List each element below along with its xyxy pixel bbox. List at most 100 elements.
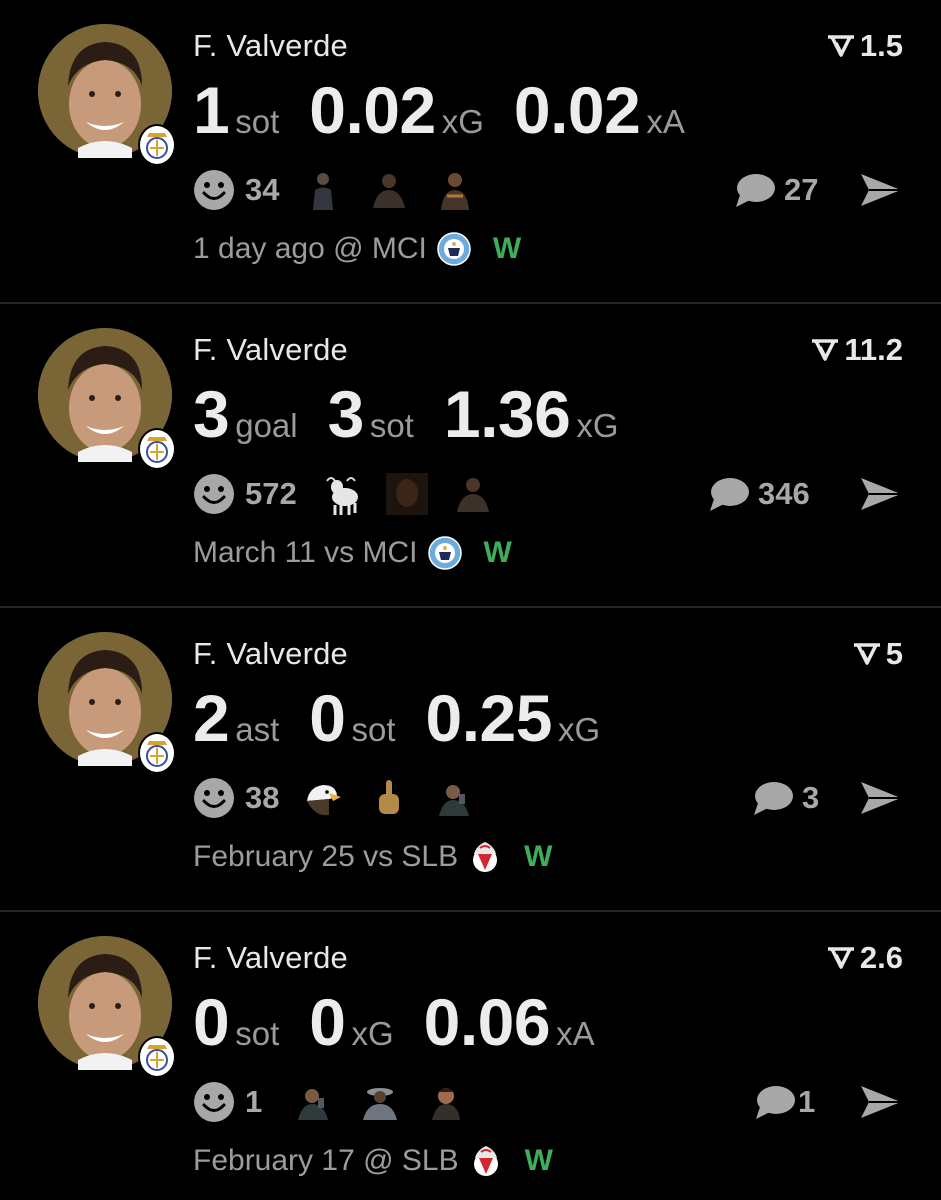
reaction-thumbnail xyxy=(385,472,429,516)
stat-value: 0.06 xyxy=(423,985,551,1059)
reaction-count[interactable]: 572 xyxy=(245,476,297,512)
reaction-thumbnail xyxy=(367,168,411,212)
stat-value: 3 xyxy=(193,377,230,451)
stat-unit: xG xyxy=(576,407,619,444)
reactions-row: 38 xyxy=(193,776,499,820)
stat-value: 1.36 xyxy=(443,377,571,451)
rating-value: 2.6 xyxy=(859,940,903,975)
stat-unit: sot xyxy=(235,103,280,140)
stat-line: 2 ast 0 sot 0.25 xG xyxy=(193,680,630,756)
share-send-icon[interactable] xyxy=(859,780,903,816)
smiley-reaction-icon[interactable] xyxy=(193,473,235,515)
smiley-reaction-icon[interactable] xyxy=(193,169,235,211)
stat: 0.06 xA xyxy=(424,984,595,1060)
rating: 11.2 xyxy=(810,332,903,368)
rating-icon xyxy=(827,947,854,969)
reaction-thumbnail xyxy=(451,472,495,516)
rating-value: 1.5 xyxy=(859,28,903,63)
comments-button[interactable]: 27 xyxy=(734,168,818,212)
stat-value: 3 xyxy=(327,377,365,451)
match-info[interactable]: 1 day ago @ MCI W xyxy=(193,232,521,266)
match-result-badge: W xyxy=(483,536,512,569)
stat: 1.36 xG xyxy=(444,376,619,452)
reaction-thumbnail xyxy=(292,1080,336,1124)
stat-line: 1 sot 0.02 xG 0.02 xA xyxy=(193,72,715,148)
stat-line: 3 goal 3 sot 1.36 xG xyxy=(193,376,649,452)
match-info[interactable]: February 25 vs SLB W xyxy=(193,840,552,874)
comment-count: 1 xyxy=(798,1084,816,1119)
match-text: February 25 vs SLB xyxy=(193,840,459,873)
player-avatar[interactable] xyxy=(38,632,176,774)
stat-unit: xG xyxy=(351,1015,394,1052)
stat-unit: goal xyxy=(235,407,298,444)
match-info[interactable]: February 17 @ SLB W xyxy=(193,1144,553,1178)
stat-value: 1 xyxy=(193,73,230,147)
real-madrid-crest-icon xyxy=(138,124,176,166)
comments-button[interactable]: 1 xyxy=(754,1080,815,1124)
post-feed: F. Valverde 1.5 1 sot 0.02 xG 0.02 xA 34… xyxy=(0,0,941,1200)
reaction-count[interactable]: 34 xyxy=(245,172,279,208)
comments-button[interactable]: 346 xyxy=(708,472,810,516)
stat: 3 goal xyxy=(193,376,298,452)
reaction-thumbnail xyxy=(433,168,477,212)
reaction-thumbnail xyxy=(358,1080,402,1124)
stat: 0.25 xG xyxy=(426,680,601,756)
smiley-reaction-icon[interactable] xyxy=(193,1081,235,1123)
player-name[interactable]: F. Valverde xyxy=(193,940,348,976)
share-send-icon[interactable] xyxy=(859,172,903,208)
benfica-logo-icon xyxy=(473,842,498,872)
rating-value: 5 xyxy=(885,636,903,671)
share-send-icon[interactable] xyxy=(859,1084,903,1120)
comment-count: 3 xyxy=(802,780,820,815)
comments-button[interactable]: 3 xyxy=(752,776,819,820)
stat: 3 sot xyxy=(328,376,414,452)
stat-unit: xG xyxy=(557,711,601,748)
post-card[interactable]: F. Valverde 2.6 0 sot 0 xG 0.06 xA 1 1 F… xyxy=(0,912,941,1200)
hand-gesture-thumbnail xyxy=(367,776,411,820)
post-card[interactable]: F. Valverde 11.2 3 goal 3 sot 1.36 xG 57… xyxy=(0,304,941,608)
rating: 1.5 xyxy=(826,28,903,64)
real-madrid-crest-icon xyxy=(138,732,176,774)
rating-icon xyxy=(827,35,854,57)
rating-icon xyxy=(812,339,839,361)
player-name[interactable]: F. Valverde xyxy=(193,636,348,672)
reaction-count[interactable]: 1 xyxy=(245,1084,262,1120)
match-info[interactable]: March 11 vs MCI W xyxy=(193,536,512,570)
stat-line: 0 sot 0 xG 0.06 xA xyxy=(193,984,625,1060)
share-send-icon[interactable] xyxy=(859,476,903,512)
match-text: March 11 vs MCI xyxy=(193,536,418,569)
match-result-badge: W xyxy=(524,840,553,873)
stat-unit: sot xyxy=(369,407,414,444)
stat: 0 sot xyxy=(193,984,279,1060)
stat: 0.02 xG xyxy=(309,72,484,148)
stat: 0.02 xA xyxy=(514,72,685,148)
comment-bubble-icon xyxy=(710,478,749,511)
stat-unit: xA xyxy=(646,103,685,140)
eagle-reaction-thumbnail xyxy=(301,776,345,820)
player-name[interactable]: F. Valverde xyxy=(193,332,348,368)
reactions-row: 34 xyxy=(193,168,499,212)
match-text: 1 day ago @ MCI xyxy=(193,232,427,265)
reaction-count[interactable]: 38 xyxy=(245,780,279,816)
stat-unit: xG xyxy=(441,103,484,140)
stat-value: 0 xyxy=(309,681,346,755)
real-madrid-crest-icon xyxy=(138,1036,176,1078)
post-card[interactable]: F. Valverde 5 2 ast 0 sot 0.25 xG 38 3 F… xyxy=(0,608,941,912)
post-card[interactable]: F. Valverde 1.5 1 sot 0.02 xG 0.02 xA 34… xyxy=(0,0,941,304)
stat-value: 0.25 xyxy=(425,681,553,755)
reaction-thumbnail xyxy=(424,1080,468,1124)
benfica-logo-icon xyxy=(473,1146,498,1176)
match-result-badge: W xyxy=(524,1144,553,1177)
man-city-logo-icon xyxy=(427,536,462,570)
player-avatar[interactable] xyxy=(38,328,176,470)
smiley-reaction-icon[interactable] xyxy=(193,777,235,819)
stat-value: 0 xyxy=(309,985,346,1059)
player-name[interactable]: F. Valverde xyxy=(193,28,348,64)
stat-unit: ast xyxy=(235,711,280,748)
rating: 5 xyxy=(852,636,903,672)
rating: 2.6 xyxy=(826,940,903,976)
player-avatar[interactable] xyxy=(38,936,176,1078)
stat: 1 sot xyxy=(193,72,279,148)
player-avatar[interactable] xyxy=(38,24,176,166)
stat: 2 ast xyxy=(193,680,279,756)
